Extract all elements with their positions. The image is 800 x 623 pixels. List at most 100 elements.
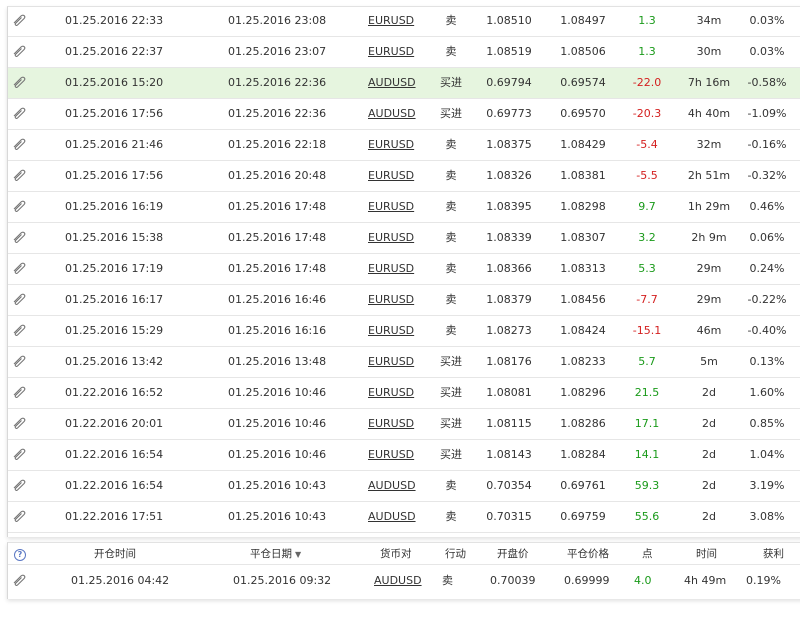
open-time: 01.25.2016 15:38 [65,231,164,244]
symbol-link[interactable]: AUDUSD [368,502,416,532]
paperclip-icon[interactable] [12,409,26,439]
close-time: 01.25.2016 10:46 [228,386,327,399]
paperclip-icon[interactable] [12,7,26,36]
symbol-link[interactable]: EURUSD [368,7,414,36]
points: 9.7 [638,200,656,213]
open-price: 1.08339 [486,231,532,244]
paperclip-icon[interactable] [12,378,26,408]
open-time: 01.25.2016 15:20 [65,76,164,89]
open-price: 1.08273 [486,324,532,337]
table-row[interactable]: 01.22.2016 20:01 01.25.2016 10:46 EURUSD 买进… [8,409,800,440]
paperclip-icon[interactable] [12,161,26,191]
paperclip-icon[interactable] [12,223,26,253]
header-gain[interactable]: 获利 [763,543,784,565]
header-close-date[interactable]: 平仓日期 ▼ [250,543,301,565]
symbol-link[interactable]: EURUSD [368,409,414,439]
paperclip-icon[interactable] [12,285,26,315]
table-row[interactable]: 01.25.2016 15:20 01.25.2016 22:36 AUDUSD 买进… [8,68,800,99]
points: -7.7 [636,293,658,306]
header-open-price[interactable]: 开盘价 [497,543,529,565]
symbol-link[interactable]: AUDUSD [368,68,416,98]
duration: 30m [696,45,722,58]
table-row[interactable]: 01.22.2016 16:54 01.25.2016 10:43 AUDUSD 卖 0… [8,471,800,502]
paperclip-icon[interactable] [12,316,26,346]
open-price: 1.08176 [486,355,532,368]
header-duration[interactable]: 时间 [696,543,717,565]
symbol-link[interactable]: EURUSD [368,316,414,346]
duration: 2d [702,510,716,523]
symbol-link[interactable]: EURUSD [368,347,414,377]
table-row[interactable]: 01.25.2016 17:56 01.25.2016 22:36 AUDUSD 买进… [8,99,800,130]
points: 59.3 [634,479,660,492]
paperclip-icon[interactable] [12,471,26,501]
header-close-date-label[interactable]: 平仓日期 [250,548,292,560]
close-time: 01.25.2016 13:48 [228,355,327,368]
paperclip-icon[interactable] [12,502,26,532]
open-price: 1.08510 [486,14,532,27]
open-price: 1.08395 [486,200,532,213]
paperclip-icon[interactable] [12,37,26,67]
table-row[interactable]: 01.25.2016 17:19 01.25.2016 17:48 EURUSD 卖 1… [8,254,800,285]
symbol-link[interactable]: EURUSD [368,192,414,222]
header-symbol[interactable]: 货币对 [380,543,412,565]
gain: 0.85% [749,417,785,430]
gain: -0.22% [747,293,787,306]
table-row[interactable]: 01.22.2016 17:51 01.25.2016 10:43 AUDUSD 卖 0… [8,502,800,533]
symbol-link[interactable]: EURUSD [368,130,414,160]
header-open-time[interactable]: 开仓时间 [94,543,136,565]
points: 55.6 [634,510,660,523]
symbol-link[interactable]: AUDUSD [368,471,416,501]
symbol-link[interactable]: EURUSD [368,378,414,408]
open-time: 01.25.2016 15:29 [65,324,164,337]
header-close-price[interactable]: 平仓价格 [567,543,609,565]
table-row[interactable]: 01.25.2016 22:33 01.25.2016 23:08 EURUSD 卖 1… [8,7,800,37]
duration: 29m [696,293,722,306]
paperclip-icon[interactable] [12,347,26,377]
open-price: 0.70354 [486,479,532,492]
close-time: 01.25.2016 17:48 [228,262,327,275]
sort-desc-icon[interactable]: ▼ [295,550,301,559]
symbol-link[interactable]: AUDUSD [374,565,422,597]
table-row[interactable]: 01.25.2016 16:17 01.25.2016 16:46 EURUSD 卖 1… [8,285,800,316]
duration: 32m [696,138,722,151]
symbol-link[interactable]: EURUSD [368,223,414,253]
gain: -0.16% [747,138,787,151]
symbol-link[interactable]: EURUSD [368,254,414,284]
open-time: 01.25.2016 16:19 [65,200,164,213]
table-row[interactable]: 01.25.2016 04:42 01.25.2016 09:32 AUDUSD… [8,565,800,597]
table-row[interactable]: 01.22.2016 16:52 01.25.2016 10:46 EURUSD 买进… [8,378,800,409]
table-row[interactable]: 01.22.2016 16:54 01.25.2016 10:46 EURUSD 买进… [8,440,800,471]
symbol-link[interactable]: AUDUSD [368,99,416,129]
table-row[interactable]: 01.25.2016 13:42 01.25.2016 13:48 EURUSD 买进… [8,347,800,378]
action: 卖 [442,574,453,587]
symbol-link[interactable]: EURUSD [368,161,414,191]
paperclip-icon[interactable] [12,565,26,597]
table-row[interactable]: 01.25.2016 15:38 01.25.2016 17:48 EURUSD 卖 1… [8,223,800,254]
paperclip-icon[interactable] [12,254,26,284]
table-row[interactable]: 01.25.2016 17:56 01.25.2016 20:48 EURUSD 卖 1… [8,161,800,192]
paperclip-icon[interactable] [12,440,26,470]
table-row[interactable]: 01.25.2016 22:37 01.25.2016 23:07 EURUSD 卖 1… [8,37,800,68]
close-time: 01.25.2016 17:48 [228,200,327,213]
help-icon[interactable]: ? [14,549,26,561]
close-price: 1.08424 [560,324,606,337]
duration: 34m [696,14,722,27]
close-time: 01.25.2016 16:16 [228,324,327,337]
table-row[interactable]: 01.25.2016 16:19 01.25.2016 17:48 EURUSD 卖 1… [8,192,800,223]
header-points[interactable]: 点 [642,543,653,565]
help-button[interactable]: ? [14,543,28,565]
open-time: 01.25.2016 17:56 [65,107,164,120]
table-row[interactable]: 01.25.2016 15:29 01.25.2016 16:16 EURUSD 卖 1… [8,316,800,347]
paperclip-icon[interactable] [12,192,26,222]
symbol-link[interactable]: EURUSD [368,440,414,470]
symbol-link[interactable]: EURUSD [368,37,414,67]
paperclip-icon[interactable] [12,99,26,129]
paperclip-icon[interactable] [12,68,26,98]
close-price: 0.69999 [564,574,610,587]
header-action[interactable]: 行动 [445,543,466,565]
symbol-link[interactable]: EURUSD [368,285,414,315]
gain: 0.03% [749,14,785,27]
table-row[interactable]: 01.25.2016 21:46 01.25.2016 22:18 EURUSD 卖 1… [8,130,800,161]
close-time: 01.25.2016 10:46 [228,417,327,430]
paperclip-icon[interactable] [12,130,26,160]
